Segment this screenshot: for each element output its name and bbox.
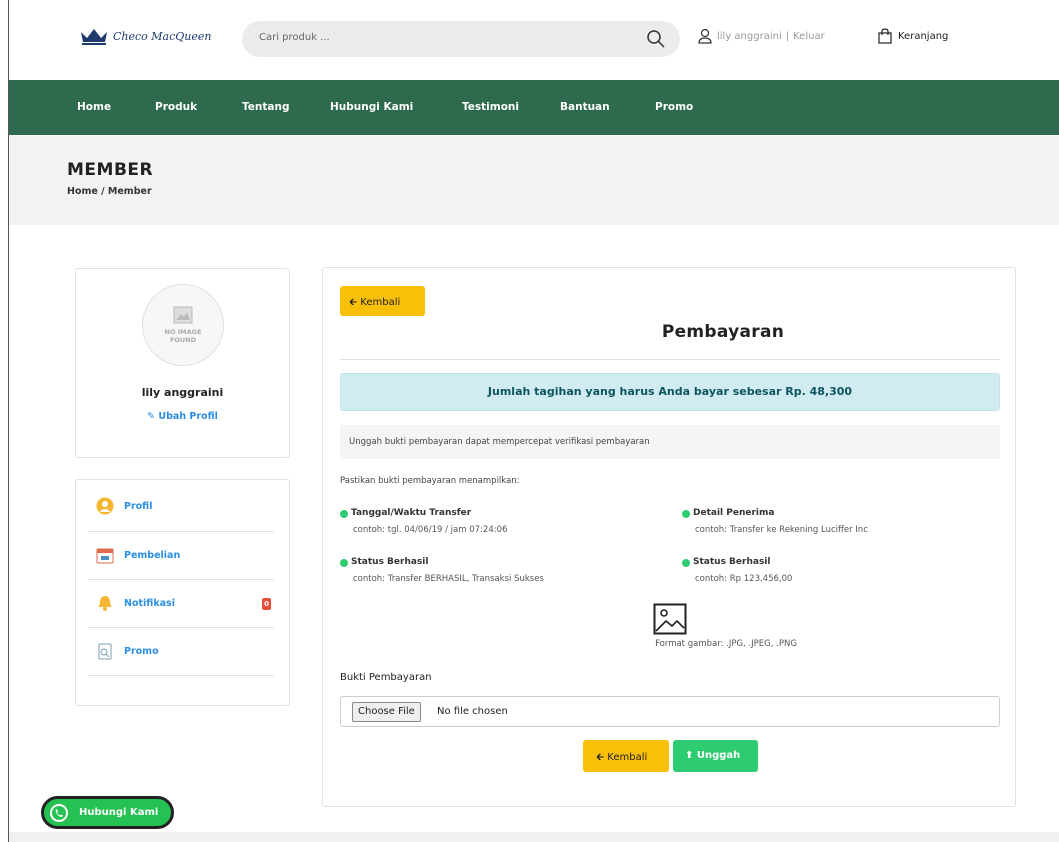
menu-item-pembelian[interactable]: Pembelian bbox=[76, 532, 289, 581]
divider bbox=[88, 675, 274, 676]
profile-name: lily anggraini bbox=[141, 386, 224, 399]
cart-label: Keranjang bbox=[898, 30, 949, 42]
image-icon bbox=[653, 603, 687, 635]
menu-label: Pembelian bbox=[124, 550, 181, 561]
format-info: Format gambar: .JPG, .JPEG, .PNG bbox=[655, 639, 797, 649]
back-button-top[interactable]: 🡰 Kembali bbox=[340, 286, 425, 316]
upload-label: Unggah bbox=[696, 750, 741, 761]
search-bar[interactable]: Cari produk ... bbox=[242, 21, 680, 57]
notification-badge: 0 bbox=[262, 598, 271, 610]
separator: | bbox=[785, 30, 790, 42]
nav-promo[interactable]: Promo bbox=[655, 101, 693, 113]
arrow-left-icon: 🡰 bbox=[349, 297, 358, 308]
logo-text: Checo MacQueen bbox=[113, 29, 212, 43]
upload-icon: ⬆ bbox=[685, 750, 694, 761]
search-icon[interactable] bbox=[646, 29, 666, 49]
requirement-title: Detail Penerima bbox=[693, 508, 775, 518]
logout-link[interactable]: Keluar bbox=[793, 31, 825, 42]
whatsapp-label: Hubungi Kami bbox=[79, 807, 159, 818]
no-image-text: NO IMAGE bbox=[164, 328, 202, 336]
bell-icon bbox=[98, 596, 112, 611]
requirement-title: Status Berhasil bbox=[693, 557, 771, 567]
requirement-example: contoh: Transfer ke Rekening Luciffer In… bbox=[695, 525, 868, 535]
nav-hubungi-kami[interactable]: Hubungi Kami bbox=[330, 101, 413, 113]
nav-produk[interactable]: Produk bbox=[155, 101, 197, 113]
check-dot-icon bbox=[340, 559, 348, 567]
search-input[interactable]: Cari produk ... bbox=[259, 32, 330, 43]
user-icon bbox=[698, 28, 712, 44]
edit-profile-link[interactable]: ✎ Ubah Profil bbox=[76, 411, 289, 422]
back-label: Kembali bbox=[360, 297, 401, 308]
choose-file-button[interactable]: Choose File bbox=[352, 702, 421, 722]
crown-icon bbox=[81, 29, 107, 45]
footer-strip bbox=[9, 832, 1059, 842]
check-dot-icon bbox=[340, 510, 348, 518]
requirement-example: contoh: tgl. 04/06/19 / jam 07:24:06 bbox=[353, 525, 508, 535]
requirement-example: contoh: Transfer BERHASIL, Transaksi Suk… bbox=[353, 574, 544, 584]
amount-alert: Jumlah tagihan yang harus Anda bayar seb… bbox=[340, 373, 1000, 411]
file-status: No file chosen bbox=[437, 706, 508, 717]
menu-item-notifikasi[interactable]: Notifikasi 0 bbox=[76, 580, 289, 629]
payment-card: 🡰 Kembali Pembayaran Jumlah tagihan yang… bbox=[322, 267, 1016, 807]
shopping-bag-icon bbox=[878, 28, 892, 44]
whatsapp-button[interactable]: Hubungi Kami bbox=[41, 796, 174, 829]
whatsapp-icon bbox=[50, 804, 68, 822]
file-input[interactable]: Choose File No file chosen bbox=[340, 696, 1000, 727]
clipboard-icon bbox=[98, 643, 112, 660]
requirement-title: Tanggal/Waktu Transfer bbox=[351, 508, 472, 518]
profile-card: NO IMAGE FOUND lily anggraini ✎ Ubah Pro… bbox=[75, 268, 290, 458]
page-frame: Checo MacQueen Cari produk ... lily angg… bbox=[8, 0, 1059, 842]
page-header: MEMBER Home / Member bbox=[9, 135, 1059, 225]
nav-home[interactable]: Home bbox=[77, 101, 111, 113]
menu-item-profil[interactable]: Profil bbox=[76, 483, 289, 532]
check-dot-icon bbox=[682, 510, 690, 518]
edit-icon: ✎ bbox=[147, 411, 156, 422]
menu-item-promo[interactable]: Promo bbox=[76, 628, 289, 677]
nav-tentang[interactable]: Tentang bbox=[242, 101, 289, 113]
user-menu: lily anggraini | Keluar bbox=[697, 28, 825, 44]
main-nav: Home Produk Tentang Hubungi Kami Testimo… bbox=[9, 80, 1059, 135]
user-circle-icon bbox=[96, 497, 114, 515]
upload-note: Unggah bukti pembayaran dapat mempercepa… bbox=[340, 425, 1000, 459]
arrow-left-icon: 🡰 bbox=[596, 752, 605, 763]
requirement-title: Status Berhasil bbox=[351, 557, 429, 567]
top-header: Checo MacQueen Cari produk ... lily angg… bbox=[9, 0, 1059, 80]
nav-testimoni[interactable]: Testimoni bbox=[462, 101, 519, 113]
breadcrumb: Home / Member bbox=[67, 186, 152, 197]
no-image-text-2: FOUND bbox=[169, 336, 197, 344]
user-name-link[interactable]: lily anggraini bbox=[717, 31, 782, 42]
member-menu: Profil Pembelian Notifikasi 0 Promo bbox=[75, 479, 290, 706]
avatar: NO IMAGE FOUND bbox=[142, 284, 224, 366]
back-button-bottom[interactable]: 🡰 Kembali bbox=[583, 740, 669, 772]
payment-title: Pembayaran bbox=[661, 322, 785, 342]
file-label: Bukti Pembayaran bbox=[340, 672, 432, 683]
calendar-icon bbox=[96, 548, 114, 564]
requirements-hint: Pastikan bukti pembayaran menampilkan: bbox=[340, 476, 520, 486]
edit-profile-label: Ubah Profil bbox=[158, 411, 218, 422]
menu-label: Promo bbox=[124, 646, 159, 657]
requirement-example: contoh: Rp 123.456,00 bbox=[695, 574, 793, 584]
nav-bantuan[interactable]: Bantuan bbox=[560, 101, 610, 113]
upload-button[interactable]: ⬆ Unggah bbox=[673, 740, 758, 772]
page-title: MEMBER bbox=[67, 160, 154, 180]
menu-label: Profil bbox=[124, 501, 153, 512]
menu-label: Notifikasi bbox=[124, 598, 175, 609]
divider bbox=[340, 359, 1000, 360]
image-placeholder-icon bbox=[173, 306, 193, 324]
check-dot-icon bbox=[682, 559, 690, 567]
back-label: Kembali bbox=[607, 752, 648, 763]
cart-link[interactable]: Keranjang bbox=[877, 28, 948, 44]
logo[interactable]: Checo MacQueen bbox=[79, 26, 211, 46]
